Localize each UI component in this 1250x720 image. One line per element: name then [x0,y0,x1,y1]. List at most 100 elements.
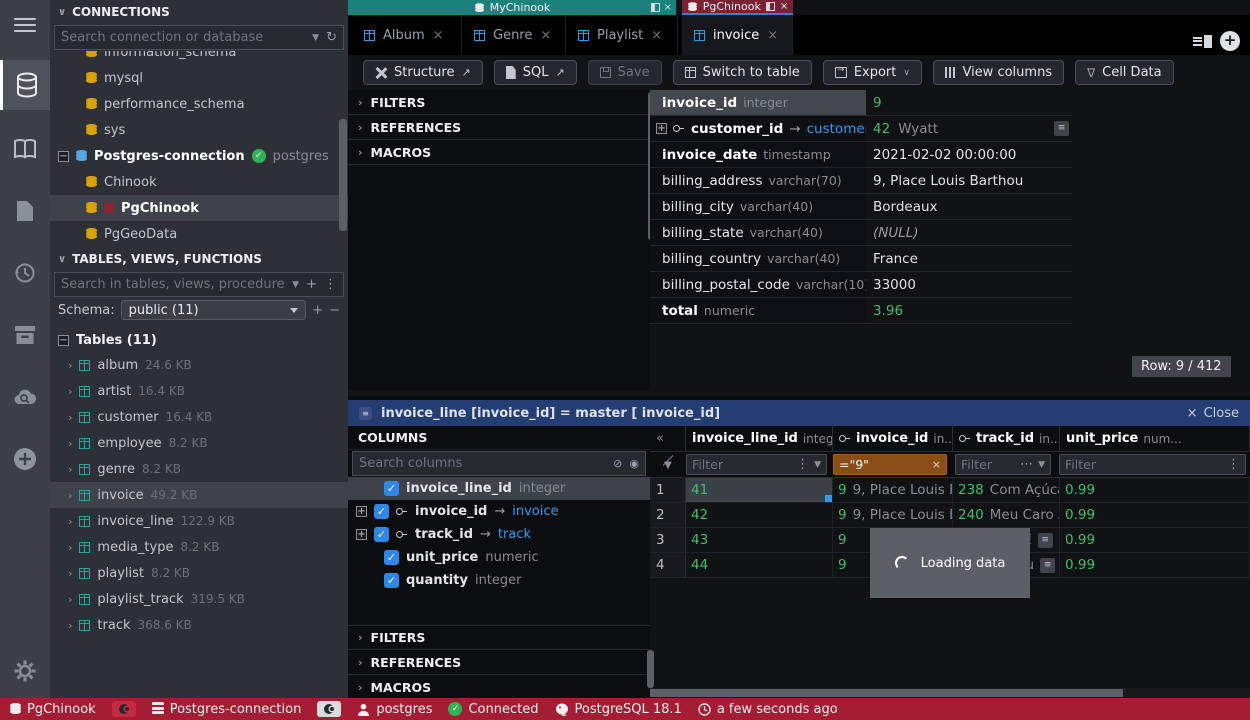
cell-detail-icon[interactable]: ≡ [1040,558,1055,573]
eye-icon[interactable]: ◉ [629,457,639,470]
checkbox-checked-icon[interactable]: ✓ [384,481,399,496]
collapse-columns-button[interactable]: « [650,426,686,451]
close-icon[interactable]: × [780,1,788,12]
kebab-menu-icon[interactable]: ⋮ [1227,457,1240,472]
field-name-cell[interactable]: totalnumeric [650,298,866,323]
form-row[interactable]: billing_countryvarchar(40) France [650,246,1072,272]
database-item[interactable]: Chinook [50,169,348,195]
table-item[interactable]: ›track368.6 KB [50,612,348,638]
kebab-menu-icon[interactable]: ⋮ [324,277,337,292]
table-item[interactable]: ›customer16.4 KB [50,404,348,430]
statusbar-connection[interactable]: Postgres-connection [152,702,302,717]
form-row[interactable]: totalnumeric 3.96 [650,298,1072,324]
column-header[interactable]: unit_pricenum... [1060,426,1250,451]
field-value-cell[interactable]: Bordeaux [866,194,1072,219]
database-item[interactable]: information_schema [50,51,348,65]
checkbox-checked-icon[interactable]: ✓ [374,504,389,519]
field-value-cell[interactable]: France [866,246,1072,271]
filter-icon[interactable]: ▼ [292,280,299,290]
view-columns-button[interactable]: View columns [933,60,1064,85]
eye-off-icon[interactable]: ⊘ [613,457,622,470]
field-name-cell[interactable]: billing_addressvarchar(70) [650,168,866,193]
expand-icon[interactable]: + [656,123,667,134]
column-item[interactable]: ✓invoice_line_idinteger [348,477,650,500]
new-tab-button[interactable]: + [1220,31,1240,51]
grid-cell[interactable]: 99, Place Louis B≡ [833,478,953,502]
column-item[interactable]: +✓track_id→track [348,523,650,546]
column-item[interactable]: +✓invoice_id→invoice [348,500,650,523]
table-item[interactable]: ›album24.6 KB [50,352,348,378]
column-item[interactable]: ✓unit_pricenumeric [348,546,650,569]
structure-button[interactable]: Structure↗ [363,60,483,85]
grid-cell[interactable]: 99, Place Louis B≡ [833,503,953,527]
filter-icon[interactable]: ▼ [312,33,319,43]
close-icon[interactable]: × [433,28,444,43]
add-schema-icon[interactable]: + [312,303,323,318]
grid-cell[interactable]: 42 [686,503,833,527]
collapse-icon[interactable]: − [58,151,69,162]
field-value-cell[interactable]: 9 [866,90,1072,115]
add-icon[interactable]: + [306,277,317,292]
statusbar-database[interactable]: PgChinook [10,702,96,717]
refresh-icon[interactable]: ↻ [326,30,337,45]
filter-input[interactable] [961,457,1015,472]
cell-detail-icon[interactable]: ≡ [1038,533,1053,548]
filter-input-box[interactable]: ⋮ [1059,454,1246,475]
connection-color-badge[interactable] [317,701,341,717]
table-item[interactable]: ›genre8.2 KB [50,456,348,482]
cell-data-button[interactable]: ∇Cell Data [1075,60,1174,85]
sql-button[interactable]: SQL↗ [494,60,577,85]
filters-section[interactable]: ›FILTERS [348,625,650,650]
layout-toggle-icon[interactable] [1193,35,1212,48]
close-detail-button[interactable]: ×Close [1187,406,1239,421]
field-name-cell[interactable]: +customer_id→customer [650,116,866,141]
sidebar-item-archive[interactable] [0,312,50,358]
tables-group[interactable]: −Tables (11) [50,328,348,352]
database-color-badge[interactable] [112,701,136,717]
clear-filters-button[interactable]: ▼ [650,457,686,472]
cell-detail-icon[interactable]: ≡ [1054,121,1069,136]
sidebar-item-database[interactable] [0,60,50,110]
field-value-cell[interactable]: 33000 [866,272,1072,297]
database-item[interactable]: mysql [50,65,348,91]
field-value-cell[interactable]: 42Wyatt≡ [866,116,1072,141]
table-item[interactable]: ›artist16.4 KB [50,378,348,404]
field-name-cell[interactable]: invoice_datetimestamp [650,142,866,167]
field-value-cell[interactable]: (NULL) [866,220,1072,245]
grid-cell[interactable]: 240Meu Caro A≡ [953,503,1060,527]
export-button[interactable]: Export∨ [823,60,922,85]
field-name-cell[interactable]: invoice_idinteger [650,90,866,115]
database-item[interactable]: PgGeoData [50,221,348,247]
table-item[interactable]: ›employee8.2 KB [50,430,348,456]
sidebar-item-history[interactable] [0,250,50,296]
connections-scrollbar[interactable] [339,119,347,231]
form-row[interactable]: billing_cityvarchar(40) Bordeaux [650,194,1072,220]
tab-playlist[interactable]: Playlist× [566,15,678,55]
form-row[interactable]: billing_postal_codevarchar(10) 33000 [650,272,1072,298]
form-row[interactable]: invoice_idinteger 9 [650,90,1072,116]
column-header[interactable]: track_idin...∨ [953,426,1060,451]
close-icon[interactable]: × [651,28,662,43]
save-button[interactable]: Save [588,60,662,85]
field-value-cell[interactable]: 3.96 [866,298,1072,323]
filter-input-box-active[interactable]: × [833,454,947,475]
connection-item-postgres[interactable]: − Postgres-connection ✓ postgres [50,143,348,169]
field-name-cell[interactable]: billing_postal_codevarchar(10) [650,272,866,297]
column-header[interactable]: invoice_idin...∨ [833,426,953,451]
window-band-pgchinook[interactable]: PgChinook × [682,0,793,15]
field-name-cell[interactable]: billing_statevarchar(40) [650,220,866,245]
filter-input[interactable] [839,457,927,472]
grid-cell[interactable]: 43 [686,528,833,552]
table-item-selected[interactable]: ›invoice49.2 KB [50,482,348,508]
grid-cell[interactable]: 0.99 [1060,528,1250,552]
references-section[interactable]: ›REFERENCES [348,115,650,140]
ellipsis-icon[interactable]: ⋯ [1020,457,1033,472]
field-name-cell[interactable]: billing_cityvarchar(40) [650,194,866,219]
reference-link[interactable]: customer [807,121,866,137]
filter-input[interactable] [692,457,791,472]
remove-schema-icon[interactable]: − [329,303,340,318]
macros-section[interactable]: ›MACROS [348,140,650,165]
connections-search-input[interactable] [61,30,305,45]
menu-button[interactable] [0,0,50,50]
checkbox-checked-icon[interactable]: ✓ [384,550,399,565]
